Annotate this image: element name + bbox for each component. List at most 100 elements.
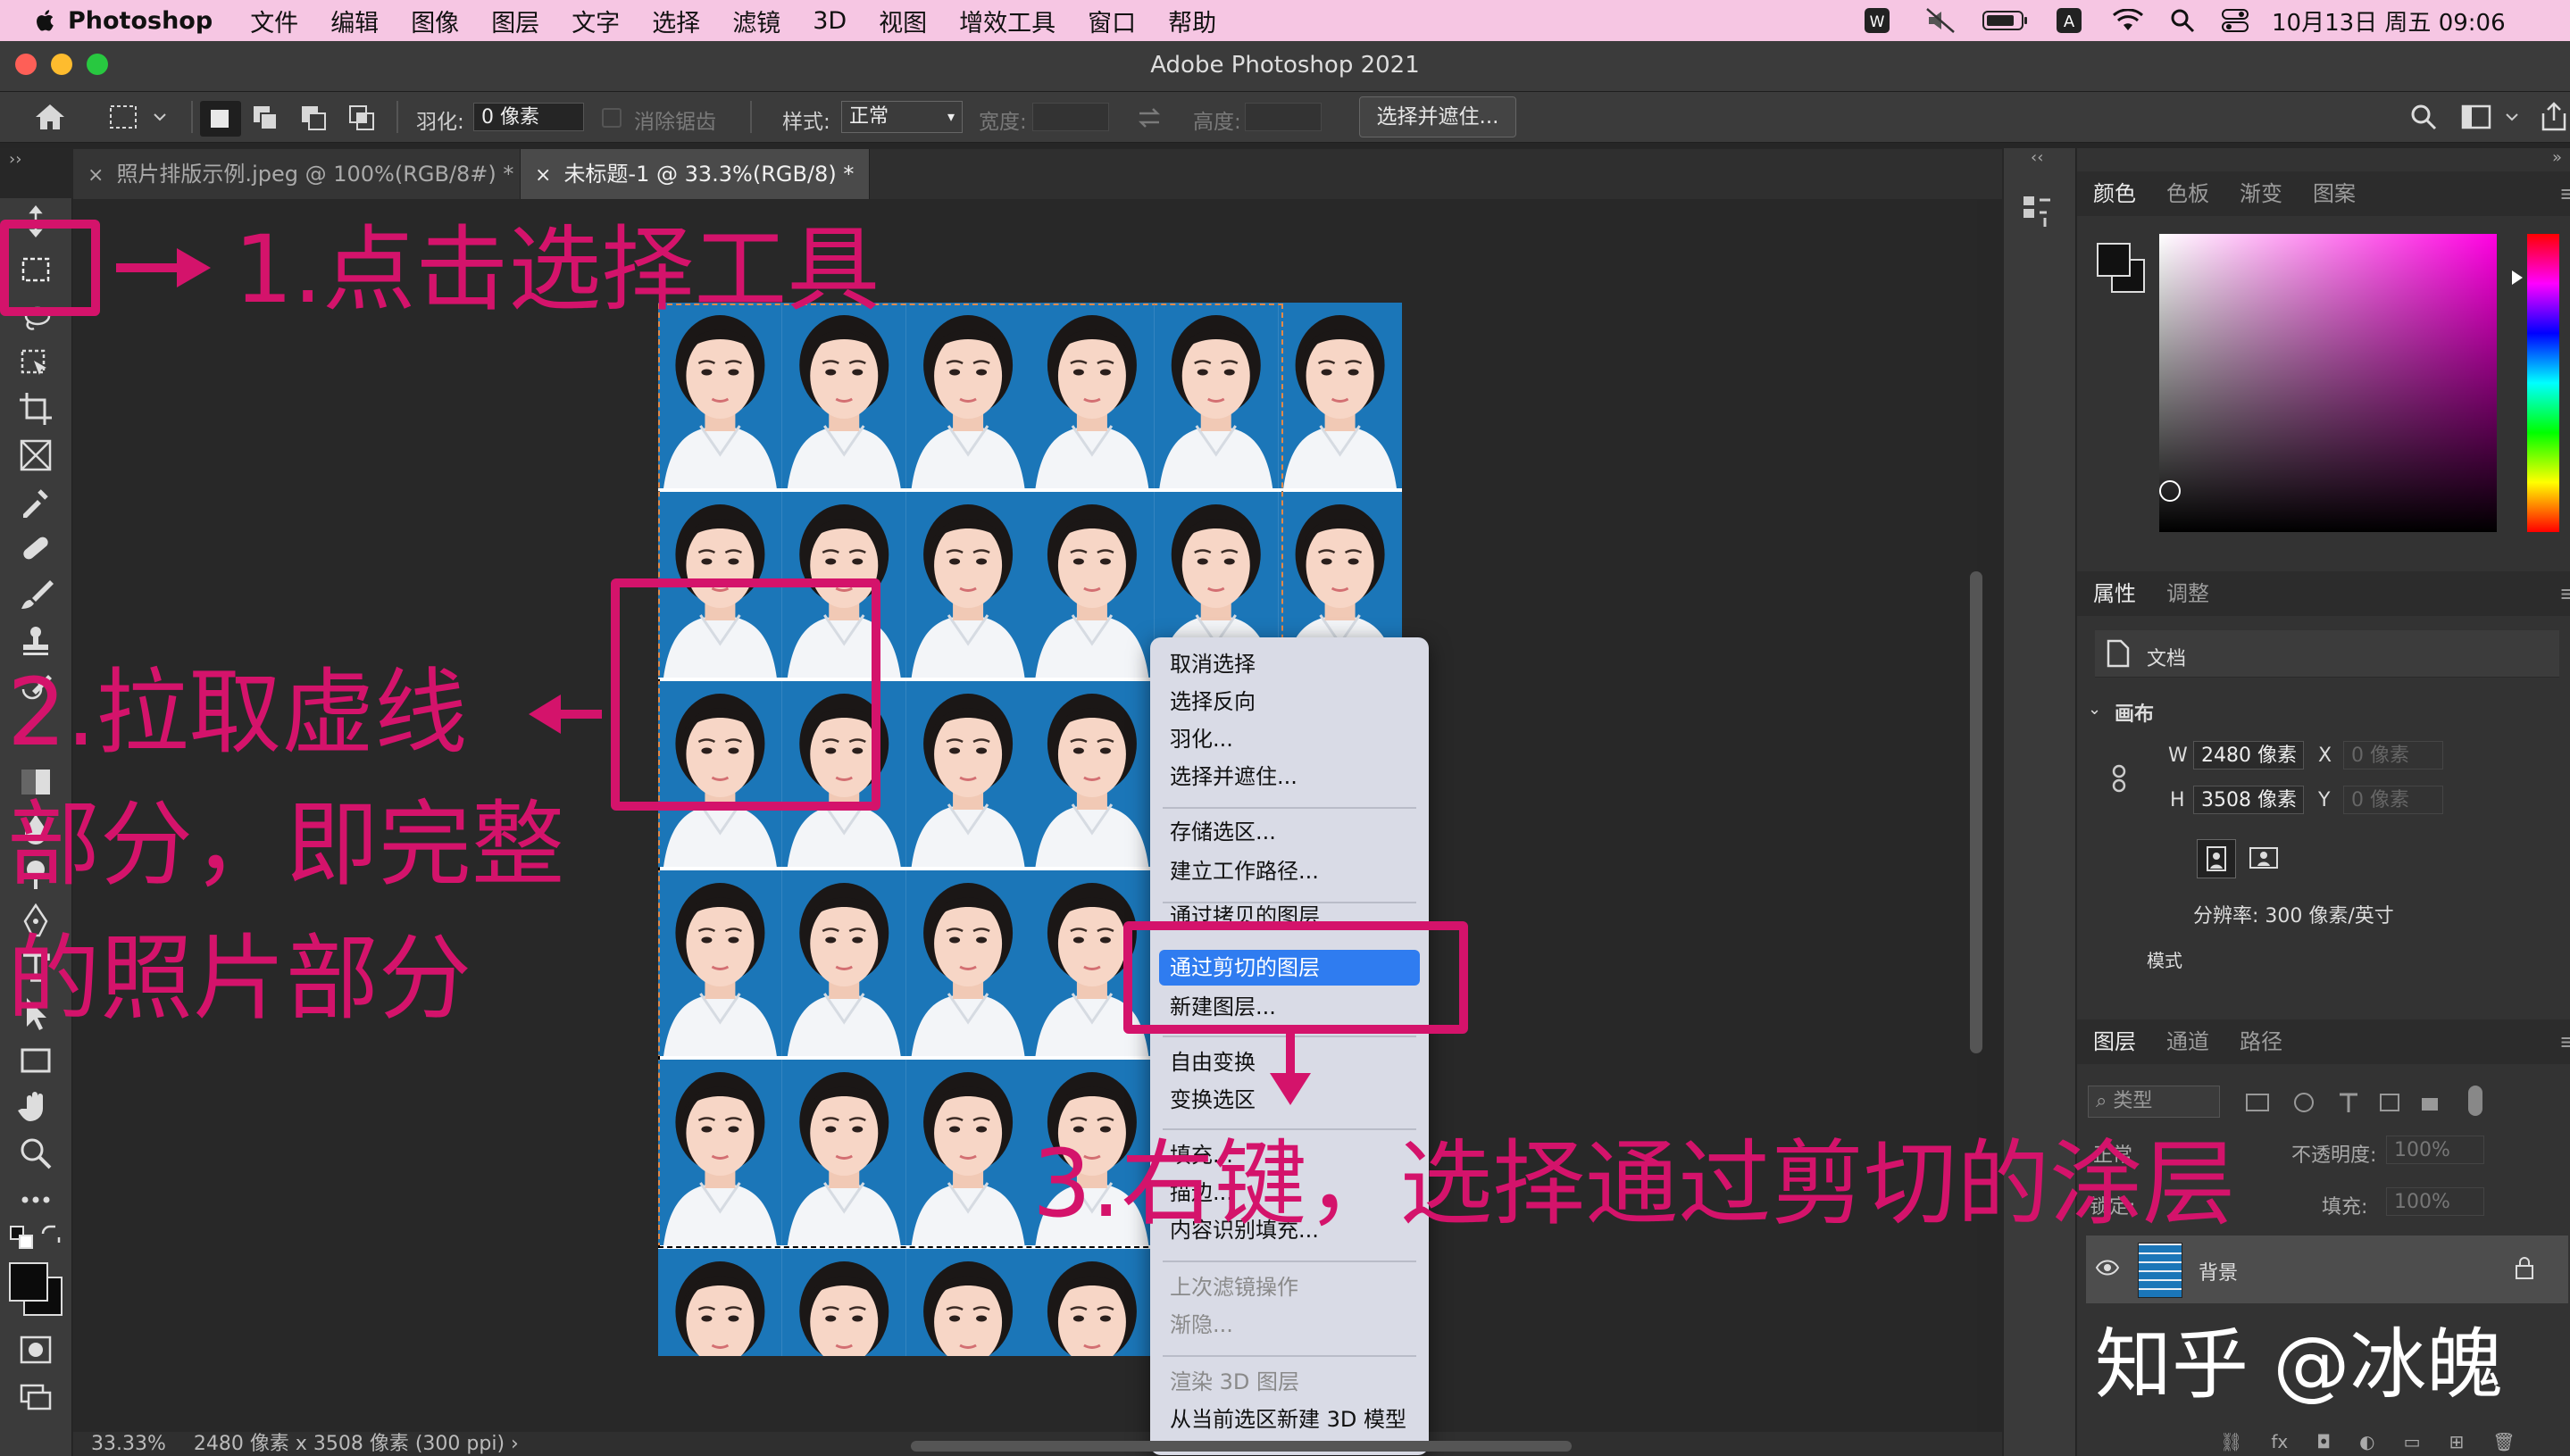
tab-properties[interactable]: 属性: [2093, 571, 2136, 616]
crop-tool-icon[interactable]: [18, 391, 54, 427]
hue-slider[interactable]: [2527, 234, 2559, 532]
menu-image[interactable]: 图像: [411, 4, 459, 38]
menu-layer[interactable]: 图层: [491, 4, 539, 38]
menu-app-name[interactable]: Photoshop: [68, 7, 213, 35]
search-icon[interactable]: [2409, 103, 2438, 131]
tab-adjustments[interactable]: 调整: [2166, 571, 2209, 616]
canvas-width-input[interactable]: 2480 像素: [2193, 741, 2304, 770]
zoom-tool-icon[interactable]: [18, 1136, 54, 1171]
menu-feather[interactable]: 羽化...: [1170, 723, 1233, 755]
tab-gradients[interactable]: 渐变: [2240, 171, 2282, 216]
frame-tool-icon[interactable]: [18, 437, 54, 473]
wps-icon[interactable]: W: [1863, 6, 1891, 35]
collapse-toolbar-icon[interactable]: ››: [9, 150, 21, 169]
landscape-icon[interactable]: [2247, 843, 2281, 873]
healing-brush-tool-icon[interactable]: [18, 530, 54, 566]
apple-icon[interactable]: [32, 7, 59, 34]
portrait-orientation-button[interactable]: [2197, 839, 2236, 878]
layer-row-background[interactable]: 背景: [2086, 1236, 2568, 1303]
layer-filter-select[interactable]: ⌕ 类型: [2088, 1086, 2220, 1118]
width-input[interactable]: [1032, 103, 1109, 131]
wifi-icon[interactable]: [2113, 9, 2143, 32]
search-icon[interactable]: [2170, 8, 2195, 33]
close-icon[interactable]: ×: [535, 164, 551, 187]
menu-make-work-path[interactable]: 建立工作路径...: [1170, 855, 1319, 887]
trash-icon[interactable]: 🗑: [2492, 1431, 2515, 1452]
rectangle-tool-icon[interactable]: [18, 1043, 54, 1078]
menu-plugins[interactable]: 增效工具: [959, 4, 1056, 38]
tab-swatches[interactable]: 色板: [2166, 171, 2209, 216]
height-input[interactable]: [1245, 103, 1322, 131]
layer-name[interactable]: 背景: [2199, 1257, 2238, 1285]
fg-color-chip[interactable]: [2097, 243, 2131, 277]
eye-icon[interactable]: [2095, 1259, 2120, 1277]
menu-select-and-mask[interactable]: 选择并遮住...: [1170, 761, 1298, 793]
layer-filter-icons[interactable]: [2245, 1091, 2450, 1114]
tab-patterns[interactable]: 图案: [2313, 171, 2356, 216]
home-icon[interactable]: [34, 103, 66, 131]
filter-toggle[interactable]: [2468, 1086, 2482, 1116]
brush-tool-icon[interactable]: [18, 577, 54, 612]
default-colors-icon[interactable]: [9, 1225, 36, 1252]
menu-select[interactable]: 选择: [652, 4, 700, 38]
canvas-y-input[interactable]: 0 像素: [2343, 786, 2443, 814]
control-center-icon[interactable]: [2222, 8, 2249, 33]
eyedropper-tool-icon[interactable]: [18, 484, 54, 520]
new-layer-icon[interactable]: ⊞: [2449, 1431, 2464, 1452]
close-icon[interactable]: ×: [88, 164, 104, 187]
fill-input[interactable]: 100%: [2386, 1187, 2484, 1216]
hue-slider-arrow-icon[interactable]: [2511, 270, 2524, 286]
horizontal-scrollbar[interactable]: [911, 1441, 1572, 1452]
swap-icon[interactable]: [1136, 106, 1163, 129]
vertical-scrollbar[interactable]: [1970, 571, 1982, 1053]
panel-menu-icon[interactable]: ≡: [2559, 1019, 2570, 1064]
adjustment-layer-icon[interactable]: ◐: [2359, 1431, 2374, 1452]
chevron-down-icon[interactable]: ⌄: [2088, 700, 2101, 719]
menu-file[interactable]: 文件: [250, 4, 298, 38]
canvas-height-input[interactable]: 3508 像素: [2193, 786, 2304, 814]
subtract-from-selection-icon[interactable]: [300, 104, 329, 131]
opacity-input[interactable]: 100%: [2386, 1136, 2484, 1164]
history-panel-icon[interactable]: [2022, 195, 2054, 230]
panel-menu-icon[interactable]: ≡: [2559, 171, 2570, 216]
clone-stamp-tool-icon[interactable]: [18, 623, 54, 659]
zoom-level[interactable]: 33.33%: [91, 1433, 166, 1455]
fx-icon[interactable]: fx: [2271, 1431, 2288, 1452]
intersect-selection-icon[interactable]: [348, 104, 377, 131]
screen-mode-icon[interactable]: [18, 1378, 54, 1414]
menu-window[interactable]: 窗口: [1088, 4, 1136, 38]
menu-transform-selection[interactable]: 变换选区: [1170, 1084, 1256, 1116]
select-and-mask-button[interactable]: 选择并遮住...: [1359, 96, 1516, 137]
menu-free-transform[interactable]: 自由变换: [1170, 1046, 1256, 1078]
menu-select-inverse[interactable]: 选择反向: [1170, 686, 1256, 718]
color-picker-handle[interactable]: [2159, 480, 2181, 502]
menu-edit[interactable]: 编辑: [330, 4, 379, 38]
document-info[interactable]: 2480 像素 x 3508 像素 (300 ppi) ›: [194, 1433, 519, 1455]
menu-view[interactable]: 视图: [879, 4, 927, 38]
menu-3d[interactable]: 3D: [813, 7, 847, 35]
feather-input[interactable]: 0 像素: [473, 103, 584, 131]
tab-color[interactable]: 颜色: [2093, 171, 2136, 216]
collapse-panels-icon[interactable]: »: [2552, 148, 2562, 167]
swap-colors-icon[interactable]: [39, 1225, 63, 1248]
chevron-down-icon[interactable]: [154, 113, 166, 122]
tab-paths[interactable]: 路径: [2240, 1019, 2282, 1064]
link-icon[interactable]: [2109, 764, 2129, 793]
style-select[interactable]: 正常 ▾: [841, 101, 963, 133]
input-source-icon[interactable]: A: [2056, 7, 2082, 34]
foreground-color-swatch[interactable]: [9, 1262, 48, 1302]
share-icon[interactable]: [2540, 101, 2568, 131]
menu-help[interactable]: 帮助: [1168, 4, 1216, 38]
add-to-selection-icon[interactable]: [252, 104, 280, 131]
new-selection-button[interactable]: [200, 101, 241, 137]
chevron-down-icon[interactable]: [2506, 113, 2518, 122]
tab-channels[interactable]: 通道: [2166, 1019, 2209, 1064]
hand-tool-icon[interactable]: [18, 1089, 54, 1125]
new-group-icon[interactable]: ▭: [2404, 1431, 2421, 1452]
quick-mask-icon[interactable]: [18, 1332, 54, 1368]
tab-photo-layout-example[interactable]: × 照片排版示例.jpeg @ 100%(RGB/8#) *: [73, 149, 521, 199]
battery-icon[interactable]: [1982, 9, 2029, 32]
menu-save-selection[interactable]: 存储选区...: [1170, 816, 1276, 848]
panel-menu-icon[interactable]: ≡: [2559, 571, 2570, 616]
tab-untitled-1[interactable]: × 未标题-1 @ 33.3%(RGB/8) *: [521, 149, 870, 199]
